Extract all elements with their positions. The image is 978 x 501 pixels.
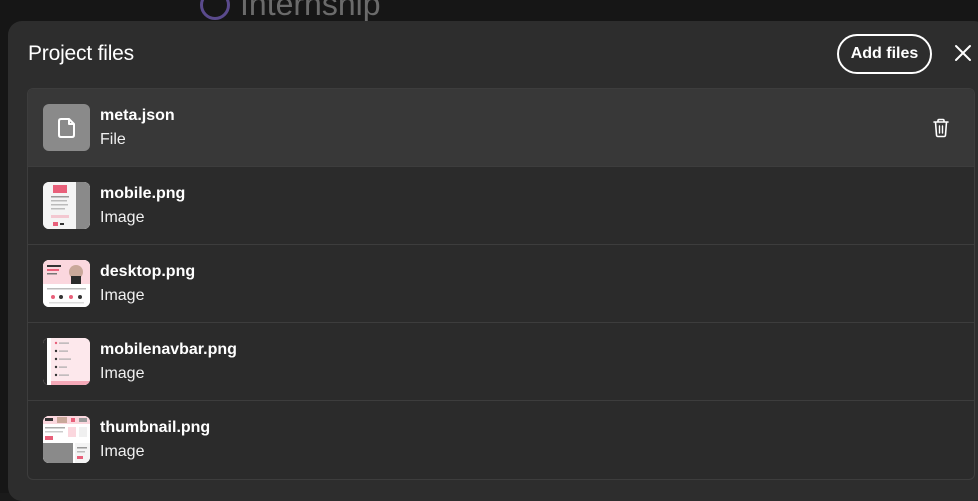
file-name: meta.json: [100, 107, 175, 124]
trash-icon[interactable]: [932, 118, 950, 138]
file-name: desktop.png: [100, 263, 196, 280]
pen-logo-icon: [200, 0, 230, 20]
image-thumbnail: [43, 182, 90, 229]
image-thumbnail: [43, 260, 90, 307]
image-thumbnail: [43, 338, 90, 385]
file-text: mobile.png Image: [100, 184, 185, 228]
file-type: Image: [100, 365, 145, 382]
file-type: Image: [100, 287, 145, 304]
file-row-mobile-png[interactable]: mobile.png Image: [28, 167, 974, 245]
image-thumbnail: [43, 416, 90, 463]
file-row-meta-json[interactable]: meta.json File: [28, 89, 974, 167]
background-title-text: Internship: [240, 0, 381, 22]
file-type: Image: [100, 209, 145, 226]
file-name: mobile.png: [100, 185, 186, 202]
file-text: meta.json File: [100, 106, 175, 150]
file-list: meta.json File mobile.png Image desktop.…: [27, 88, 975, 480]
file-row-mobilenavbar-png[interactable]: mobilenavbar.png Image: [28, 323, 974, 401]
modal-title: Project files: [28, 42, 134, 65]
file-icon: [43, 104, 90, 151]
file-row-desktop-png[interactable]: desktop.png Image: [28, 245, 974, 323]
background-page-title: Internship: [200, 0, 381, 23]
file-text: desktop.png Image: [100, 262, 195, 306]
project-files-modal: Project files Add files meta.json File m…: [8, 21, 978, 501]
file-type: Image: [100, 443, 145, 460]
add-files-button[interactable]: Add files: [837, 34, 932, 74]
file-text: mobilenavbar.png Image: [100, 340, 237, 384]
file-text: thumbnail.png Image: [100, 418, 210, 462]
file-row-thumbnail-png[interactable]: thumbnail.png Image: [28, 401, 974, 478]
file-type: File: [100, 131, 126, 148]
file-name: thumbnail.png: [100, 419, 211, 436]
close-icon[interactable]: [951, 41, 975, 65]
file-name: mobilenavbar.png: [100, 341, 237, 358]
